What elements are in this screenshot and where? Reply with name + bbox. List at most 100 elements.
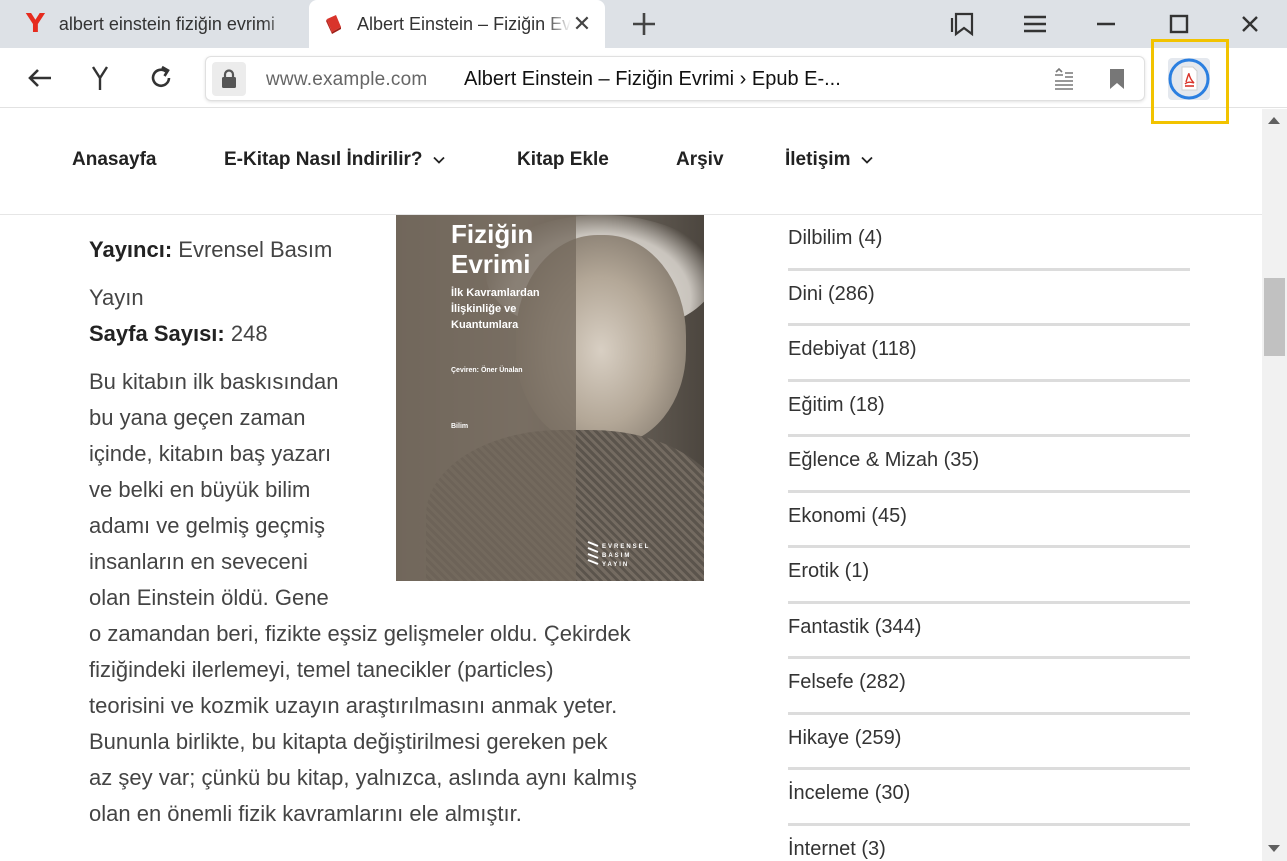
- category-label: Eğlence & Mizah (35): [788, 449, 980, 471]
- minimize-button[interactable]: [1089, 8, 1123, 40]
- nav-item-archive[interactable]: Arşiv: [676, 149, 724, 171]
- page-count-line: Sayfa Sayısı: 248: [89, 316, 268, 352]
- url-domain: www.example.com: [266, 69, 428, 90]
- close-icon: [1242, 16, 1258, 32]
- close-tab-icon[interactable]: ✕: [571, 13, 593, 35]
- description-line: az şey var; çünkü bu kitap, yalnızca, as…: [89, 765, 637, 790]
- page-count-label: Sayfa Sayısı:: [89, 321, 225, 346]
- category-label: Felsefe (282): [788, 671, 906, 693]
- book-cover-image[interactable]: Fiziğin Evrimi İlk Kavramlardan İlişkinl…: [396, 215, 704, 581]
- site-navigation: Anasayfa E-Kitap Nasıl İndirilir? Kitap …: [0, 109, 1262, 215]
- scroll-up-arrow-icon[interactable]: [1268, 117, 1280, 124]
- yandex-favicon-icon: Y: [26, 9, 45, 39]
- reload-icon: [151, 65, 171, 87]
- close-window-button[interactable]: [1233, 8, 1267, 40]
- category-item[interactable]: Dini (286): [788, 271, 1190, 326]
- omnibox[interactable]: www.example.com Albert Einstein – Fiziği…: [205, 56, 1145, 101]
- description-line: adamı ve gelmiş geçmiş: [89, 513, 325, 538]
- description-line: bu yana geçen zaman: [89, 405, 306, 430]
- nav-item-label: E-Kitap Nasıl İndirilir?: [224, 149, 423, 170]
- category-label: Erotik (1): [788, 560, 870, 582]
- description-line: insanların en seveceni: [89, 549, 308, 574]
- category-item[interactable]: Felsefe (282): [788, 659, 1190, 715]
- cover-genre: Bilim: [451, 423, 469, 430]
- lock-icon: [222, 69, 236, 88]
- nav-item-contact[interactable]: İletişim: [785, 149, 874, 171]
- description-line: olan Einstein öldü. Gene: [89, 585, 329, 610]
- tab-bar: Y albert einstein fiziğin evrimi Albert …: [0, 0, 1287, 48]
- description-line: Bu kitabın ilk baskısından: [89, 369, 339, 394]
- hamburger-icon: [1024, 15, 1046, 33]
- category-item[interactable]: İnceleme (30): [788, 770, 1190, 826]
- page-count-value: 248: [230, 321, 268, 346]
- scrollbar-thumb[interactable]: [1264, 278, 1285, 356]
- publisher-line: Yayıncı: Evrensel Basım: [89, 232, 332, 268]
- category-item[interactable]: İnternet (3): [788, 826, 1190, 861]
- page-scrollbar[interactable]: [1262, 109, 1287, 861]
- category-label: Hikaye (259): [788, 726, 902, 749]
- category-item[interactable]: Fantastik (344): [788, 604, 1190, 659]
- reader-mode-icon: [1055, 68, 1073, 90]
- category-item[interactable]: Eğlence & Mizah (35): [788, 437, 1190, 493]
- nav-item-label: Arşiv: [676, 149, 724, 170]
- nav-item-how-to-download[interactable]: E-Kitap Nasıl İndirilir?: [224, 149, 446, 171]
- description-line: fiziğindeki ilerlemeyi, temel tanecikler…: [89, 657, 554, 682]
- publisher-line-cont: Yayın: [89, 280, 144, 316]
- category-item[interactable]: Ekonomi (45): [788, 493, 1190, 548]
- maximize-button[interactable]: [1162, 8, 1196, 40]
- minimize-icon: [1097, 22, 1115, 26]
- main-content: Yayıncı: Evrensel Basım Yayın Sayfa Sayı…: [0, 215, 1262, 861]
- cover-subtitle-line: İlk Kavramlardan: [451, 287, 540, 299]
- reader-mode-button[interactable]: [1052, 67, 1076, 91]
- nav-item-home[interactable]: Anasayfa: [72, 149, 157, 171]
- publisher-label: Yayıncı:: [89, 237, 173, 262]
- category-label: Ekonomi (45): [788, 504, 907, 527]
- new-tab-button[interactable]: [628, 8, 660, 40]
- cover-title-line: Evrimi: [451, 249, 531, 279]
- category-item[interactable]: Hikaye (259): [788, 715, 1190, 770]
- tab-active[interactable]: Albert Einstein – Fiziğin Evrimi ✕: [309, 0, 605, 48]
- cover-title: Fiziğin Evrimi: [451, 219, 533, 279]
- plus-icon: [633, 13, 655, 35]
- publisher-value: Evrensel Basım: [178, 237, 333, 262]
- category-label: Fantastik (344): [788, 615, 922, 638]
- yandex-logo-icon: [91, 66, 109, 90]
- url-page-title: Albert Einstein – Fiziğin Evrimi › Epub …: [464, 68, 841, 90]
- tab-title: albert einstein fiziğin evrimi: [58, 13, 275, 34]
- category-item[interactable]: Erotik (1): [788, 548, 1190, 604]
- tab-title: Albert Einstein – Fiziğin Evrimi: [357, 13, 571, 34]
- category-item[interactable]: Dilbilim (4): [788, 215, 1190, 271]
- nav-item-label: Anasayfa: [72, 149, 157, 170]
- cover-publisher-line: YAYIN: [602, 562, 630, 568]
- cover-subtitle-line: Kuantumlara: [451, 319, 519, 331]
- menu-button[interactable]: [1018, 8, 1052, 40]
- description-line: Bununla birlikte, bu kitapta değiştirilm…: [89, 729, 608, 754]
- description-line: o zamandan beri, fizikte eşsiz gelişmele…: [89, 621, 631, 646]
- cover-subtitle-line: İlişkinliğe ve: [451, 303, 517, 315]
- publisher-logo-icon: [587, 541, 599, 565]
- category-item[interactable]: Eğitim (18): [788, 382, 1190, 437]
- nav-item-label: Kitap Ekle: [517, 149, 609, 170]
- bookmark-page-button[interactable]: [1105, 67, 1129, 91]
- bookmark-icon: [1110, 69, 1124, 89]
- description-paragraph: o zamandan beri, fizikte eşsiz gelişmele…: [89, 616, 714, 832]
- cover-translator: Çeviren: Öner Ünalan: [451, 367, 523, 374]
- description-paragraph-wrapped: Bu kitabın ilk baskısından bu yana geçen…: [89, 364, 379, 616]
- tab-search[interactable]: Y albert einstein fiziğin evrimi: [0, 0, 307, 48]
- description-line: teorisini ve kozmik uzayın araştırılması…: [89, 693, 618, 718]
- back-button[interactable]: [22, 60, 58, 96]
- maximize-icon: [1169, 14, 1189, 34]
- book-favicon-icon: [326, 15, 341, 34]
- scroll-down-arrow-icon[interactable]: [1268, 845, 1280, 852]
- chevron-down-icon: [861, 156, 874, 164]
- category-label: Dini (286): [788, 282, 875, 305]
- category-label: Eğitim (18): [788, 393, 885, 416]
- reload-button[interactable]: [143, 60, 179, 96]
- address-bar: www.example.com Albert Einstein – Fiziği…: [0, 48, 1287, 140]
- site-info-button[interactable]: [212, 62, 246, 96]
- yandex-home-button[interactable]: [82, 60, 118, 96]
- bookmarks-panel-button[interactable]: [945, 8, 979, 40]
- nav-item-add-book[interactable]: Kitap Ekle: [517, 149, 609, 171]
- chevron-down-icon: [433, 156, 446, 164]
- category-item[interactable]: Edebiyat (118): [788, 326, 1190, 382]
